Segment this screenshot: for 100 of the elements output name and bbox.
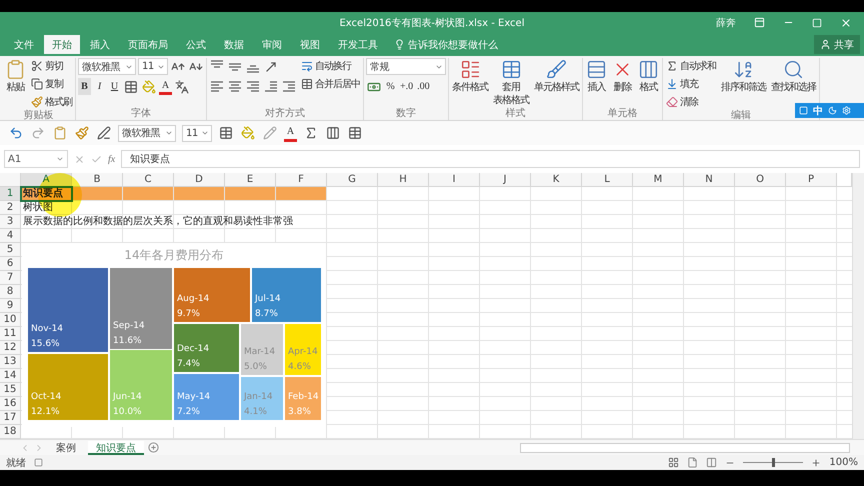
zoom-in-icon[interactable] <box>811 458 822 468</box>
delete-button[interactable]: 删除 <box>611 58 634 94</box>
row-header[interactable]: 2 <box>0 201 21 215</box>
dropdown-field[interactable]: 11 <box>182 124 212 142</box>
column-header[interactable]: M <box>633 173 684 187</box>
format-button[interactable]: 格式 <box>637 58 660 94</box>
redo-button[interactable] <box>30 124 46 142</box>
cut-button[interactable]: 剪切 <box>30 58 73 73</box>
horizontal-scrollbar[interactable] <box>520 442 850 452</box>
fontcolor-button[interactable]: A <box>284 124 297 142</box>
add-sheet-icon[interactable] <box>148 442 159 453</box>
wrap-text-button[interactable]: 自动换行 <box>300 58 361 73</box>
row-header[interactable]: 3 <box>0 215 21 229</box>
function-label[interactable]: fx <box>108 154 116 164</box>
format-painter-button[interactable] <box>74 124 90 142</box>
column-header[interactable]: K <box>531 173 582 187</box>
decdec-button[interactable]: .00 <box>416 78 431 95</box>
italic-button[interactable]: I <box>93 78 106 95</box>
row-header[interactable]: 4 <box>0 229 21 243</box>
filled-cell[interactable] <box>225 187 276 201</box>
cell-styles-button[interactable]: 单元格样式 <box>533 58 580 94</box>
row-header[interactable]: 5 <box>0 243 21 257</box>
formula-field[interactable]: 知识要点 <box>121 150 860 168</box>
ime-mode[interactable]: 中 <box>813 104 823 118</box>
share-button[interactable]: 共享 <box>814 35 860 54</box>
check-icon[interactable] <box>91 154 102 164</box>
column-header[interactable]: L <box>582 173 633 187</box>
column-header[interactable]: N <box>684 173 735 187</box>
normal-view-icon[interactable] <box>668 457 680 468</box>
row-header[interactable]: 10 <box>0 313 21 327</box>
sheet-tab[interactable]: 知识要点 <box>88 440 144 454</box>
undo-button[interactable] <box>8 124 24 142</box>
cancel-icon[interactable] <box>74 154 85 164</box>
phonetic-button[interactable] <box>174 78 190 95</box>
row-header[interactable]: 9 <box>0 299 21 313</box>
column-header[interactable]: J <box>480 173 531 187</box>
column-header[interactable]: E <box>225 173 276 187</box>
paste-button[interactable] <box>52 124 68 142</box>
row-header[interactable]: 1 <box>0 187 21 201</box>
fill-color-button[interactable] <box>141 78 157 95</box>
conditional-format-button[interactable]: 条件格式 <box>451 58 489 94</box>
decinc-button[interactable]: +.0 <box>399 78 414 95</box>
filled-cell[interactable] <box>123 187 174 201</box>
close-icon[interactable] <box>840 16 852 28</box>
column-header[interactable]: B <box>72 173 123 187</box>
autosum-button[interactable]: 自动求和 <box>665 58 717 73</box>
percent-button[interactable]: % <box>384 78 397 95</box>
maximize-icon[interactable] <box>812 18 822 28</box>
row-header[interactable]: 12 <box>0 341 21 355</box>
row-header[interactable]: 7 <box>0 271 21 285</box>
clear-button[interactable]: 清除 <box>665 94 717 109</box>
find-select-button[interactable]: 查找和选择 <box>770 58 817 94</box>
name-box[interactable]: A1 <box>4 150 68 168</box>
row-header[interactable]: 16 <box>0 397 21 411</box>
macro-record-icon[interactable] <box>34 458 43 467</box>
column-header[interactable]: F <box>276 173 327 187</box>
dropdown-field[interactable]: 微软雅黑 <box>78 58 136 75</box>
fontcolor-button[interactable]: A <box>159 78 172 95</box>
edit-button[interactable] <box>96 124 112 142</box>
column-header[interactable]: D <box>174 173 225 187</box>
menu-tab[interactable]: 开始 <box>44 35 80 54</box>
sheet-tab[interactable]: 案例 <box>48 440 84 454</box>
draw-border-button[interactable] <box>262 124 278 142</box>
row-header[interactable]: 18 <box>0 425 21 439</box>
column-header[interactable]: H <box>378 173 429 187</box>
paste-button[interactable]: 粘贴 <box>4 58 27 94</box>
underline-button[interactable]: U <box>108 78 121 95</box>
dropdown-field[interactable]: 微软雅黑 <box>118 124 176 142</box>
page-layout-icon[interactable] <box>687 457 698 468</box>
format-table-button[interactable]: 套用 表格格式 <box>492 58 530 107</box>
column-header[interactable]: C <box>123 173 174 187</box>
row-header[interactable]: 17 <box>0 411 21 425</box>
merge-center-button[interactable] <box>347 124 363 142</box>
columns-button[interactable] <box>325 124 341 142</box>
fill-button[interactable]: 填充 <box>665 76 717 91</box>
fill-color-button[interactable] <box>240 124 256 142</box>
row-header[interactable]: 14 <box>0 369 21 383</box>
merge-center-button[interactable]: 合并后居中 <box>300 76 361 91</box>
bold-button[interactable]: B <box>78 78 91 95</box>
row-header[interactable]: 8 <box>0 285 21 299</box>
row-header[interactable]: 15 <box>0 383 21 397</box>
vertical-scrollbar[interactable] <box>852 173 864 439</box>
column-header[interactable]: O <box>735 173 786 187</box>
row-header[interactable]: 6 <box>0 257 21 271</box>
column-header[interactable]: I <box>429 173 480 187</box>
dropdown-field[interactable]: 常规 <box>366 58 446 75</box>
row-header[interactable]: 13 <box>0 355 21 369</box>
column-header[interactable]: G <box>327 173 378 187</box>
dropdown-field[interactable]: 11 <box>138 58 168 75</box>
format-painter-button[interactable]: 格式刷 <box>30 94 73 109</box>
sort-filter-button[interactable]: 排序和筛选 <box>720 58 767 94</box>
column-header[interactable]: P <box>786 173 837 187</box>
page-break-icon[interactable] <box>706 457 718 468</box>
filled-cell[interactable] <box>174 187 225 201</box>
row-header[interactable]: 11 <box>0 327 21 341</box>
filled-cell[interactable] <box>276 187 327 201</box>
ribbon-display-icon[interactable] <box>754 17 765 28</box>
borders-button[interactable] <box>218 124 234 142</box>
copy-button[interactable]: 复制 <box>30 76 73 91</box>
insert-button[interactable]: 插入 <box>585 58 608 94</box>
